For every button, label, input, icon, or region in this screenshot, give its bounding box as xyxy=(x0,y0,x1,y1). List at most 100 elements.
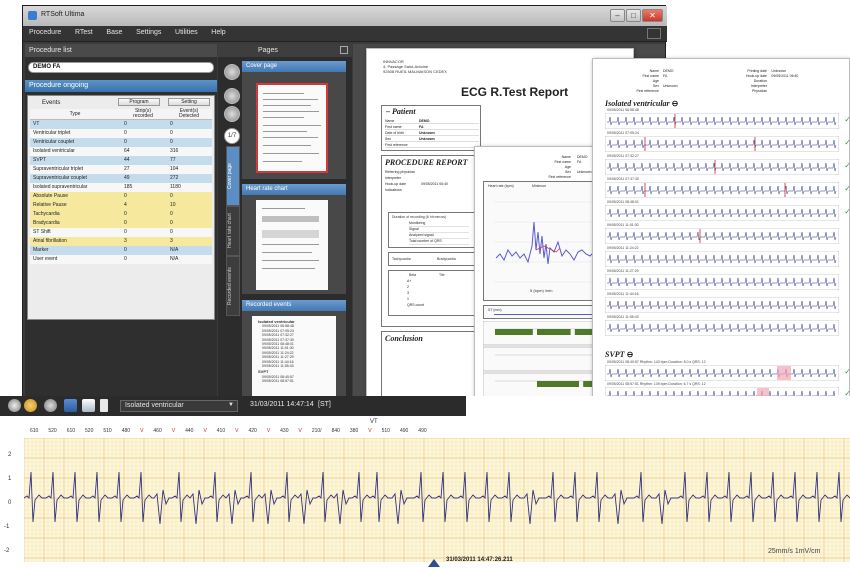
heart-rate-chart-mode[interactable]: Minimum xyxy=(532,184,546,188)
table-row[interactable]: Ventricular couplet 0 0 xyxy=(30,137,212,147)
field-label: Printing date xyxy=(747,69,767,73)
table-row[interactable]: Bradycardia 0 0 xyxy=(30,218,212,228)
event-type-cell: User event xyxy=(30,254,120,264)
minimize-button[interactable]: – xyxy=(610,9,625,22)
rr-value: 510 xyxy=(103,428,112,434)
print-icon[interactable] xyxy=(82,399,95,412)
event-strip[interactable]: 09/05/2011 08:48:01 ✓ xyxy=(605,200,850,221)
menu-procedure[interactable]: Procedure xyxy=(23,26,67,36)
event-type-select[interactable]: Isolated ventricular ▼ xyxy=(120,400,238,412)
setting-button[interactable]: Setting xyxy=(168,98,210,106)
event-strip[interactable]: 09/05/2011 08:40:57 Rhythm: 143 bpm Dura… xyxy=(605,360,850,381)
col-strips[interactable]: Strip(s) recorded xyxy=(120,109,166,120)
table-row[interactable]: Supraventricular couplet 49 272 xyxy=(30,173,212,183)
recording-row: Total number of QRS xyxy=(409,239,469,245)
check-icon[interactable]: ✓ xyxy=(844,115,850,124)
app-icon xyxy=(28,11,37,20)
event-strip[interactable]: 09/05/2011 07:32:27 ✓ xyxy=(605,154,850,175)
table-row[interactable]: VT 0 0 xyxy=(30,119,212,129)
table-row[interactable]: Isolated supraventricular 185 1180 xyxy=(30,182,212,192)
copy-page-icon[interactable] xyxy=(224,64,240,80)
cursor-marker-icon[interactable] xyxy=(428,559,440,567)
table-row[interactable]: Supraventricular triplet 27 104 xyxy=(30,164,212,174)
section-toggle-icon[interactable]: ⊖ xyxy=(672,99,679,108)
table-row[interactable]: SVPT 44 77 xyxy=(30,155,212,165)
isolated-ventricular-section-title: Isolated ventricular ⊖ xyxy=(605,99,678,108)
strips-recorded-cell: 64 xyxy=(120,146,166,156)
st-toggle[interactable]: [ST] xyxy=(318,401,331,408)
event-strip[interactable]: 09/05/2011 07:37:30 ✓ xyxy=(605,177,850,198)
toolbar-grip-icon xyxy=(647,28,661,39)
field-label: Interpreter xyxy=(750,84,767,88)
table-row[interactable]: Relative Pause 4 10 xyxy=(30,200,212,210)
table-row[interactable]: Tachycardia 0 0 xyxy=(30,209,212,219)
table-row[interactable]: ST Shift 0 0 xyxy=(30,227,212,237)
event-strip[interactable]: 09/05/2011 11:44:16 xyxy=(605,292,839,313)
close-button[interactable]: ✕ xyxy=(642,9,663,22)
menu-utilities[interactable]: Utilities xyxy=(169,26,204,36)
ecg-scale-label: 25mm/s 1mV/cm xyxy=(768,548,821,555)
procedure-field-row: Indications xyxy=(385,187,479,193)
field-label: First reference xyxy=(548,175,571,179)
collapse-icon[interactable] xyxy=(340,46,348,54)
rr-value: 510 xyxy=(381,428,390,434)
col-detected[interactable]: Event(s) Detected xyxy=(166,109,212,120)
svpt-section-title: SVPT ⊖ xyxy=(605,350,633,359)
strip-timestamp: 09/05/2011 08:57:51 Rhythm: 139 bpm Dura… xyxy=(607,382,706,386)
program-button[interactable]: Program xyxy=(118,98,160,106)
event-strip[interactable]: 09/05/2011 07:05:24 ✓ xyxy=(605,131,850,152)
zoom-out-icon[interactable] xyxy=(24,399,37,412)
tab-cover-page[interactable]: Cover page xyxy=(226,146,240,206)
event-strip[interactable]: 09/05/2011 06:58:48 ✓ xyxy=(605,108,850,129)
menu-rtest[interactable]: RTest xyxy=(69,26,99,36)
page-down-icon[interactable] xyxy=(224,106,240,122)
ecg-trace-area[interactable] xyxy=(24,438,850,562)
event-type-cell: Ventricular couplet xyxy=(30,137,120,147)
strip-plot xyxy=(605,365,839,381)
event-strip[interactable]: 09/05/2011 11:27:29 xyxy=(605,269,839,290)
page-counter: 1/7 xyxy=(224,128,240,144)
chevron-down-icon: ▼ xyxy=(228,402,234,408)
isolated-ventricular-label: Isolated ventricular xyxy=(605,99,670,108)
procedure-list-input[interactable]: DEMO FA xyxy=(28,62,214,73)
strip-frame xyxy=(605,159,839,175)
event-strip[interactable]: 09/05/2011 11:24:22 xyxy=(605,246,839,267)
zoom-in-icon[interactable] xyxy=(8,399,21,412)
field-label: Name xyxy=(561,155,571,159)
rec-list-isolated: 09/05/2011 06:58:48 09/05/2011 07:05:24 09… xyxy=(258,324,330,368)
table-row[interactable]: Ventricular triplet 0 0 xyxy=(30,128,212,138)
event-strip[interactable]: 09/05/2011 11:55:43 xyxy=(605,315,839,336)
check-icon[interactable]: ✓ xyxy=(844,138,850,147)
page-icon[interactable] xyxy=(100,399,108,412)
page-up-icon[interactable] xyxy=(224,88,240,104)
section-toggle-icon[interactable]: ⊖ xyxy=(627,350,634,359)
maximize-button[interactable]: □ xyxy=(626,9,641,22)
event-strip[interactable]: 09/05/2011 11:01:30 xyxy=(605,223,839,244)
check-icon[interactable]: ✓ xyxy=(844,367,850,376)
measure-icon[interactable] xyxy=(44,399,57,412)
tab-heart-rate-chart[interactable]: Heart rate chart xyxy=(226,206,240,256)
table-row[interactable]: Atrial fibrillation 3 3 xyxy=(30,236,212,246)
check-icon[interactable]: ✓ xyxy=(844,184,850,193)
event-type-cell: Supraventricular couplet xyxy=(30,173,120,183)
strips-recorded-cell: 0 xyxy=(120,227,166,237)
menu-help[interactable]: Help xyxy=(205,26,231,36)
event-highlight xyxy=(777,366,791,380)
strips-recorded-cell: 185 xyxy=(120,182,166,192)
check-icon[interactable]: ✓ xyxy=(844,207,850,216)
check-icon[interactable]: ✓ xyxy=(844,161,850,170)
tab-recorded-events[interactable]: Recorded events xyxy=(226,256,240,316)
heart-rate-page-thumbnail[interactable] xyxy=(256,200,328,290)
procedure-section-title: PROCEDURE REPORT xyxy=(385,158,468,167)
cover-page-thumbnail[interactable] xyxy=(256,83,328,173)
table-row[interactable]: User event 0 N/A xyxy=(30,254,212,264)
menu-base[interactable]: Base xyxy=(100,26,128,36)
strip-frame xyxy=(605,228,839,244)
table-row[interactable]: Isolated ventricular 64 316 xyxy=(30,146,212,156)
undo-icon[interactable] xyxy=(64,399,77,412)
table-row[interactable]: Absolute Pause 0 0 xyxy=(30,191,212,201)
table-row[interactable]: Marker 0 N/A xyxy=(30,245,212,255)
col-type[interactable]: Type xyxy=(30,109,120,120)
menu-settings[interactable]: Settings xyxy=(130,26,167,36)
patient-field-row: First reference xyxy=(385,142,479,148)
